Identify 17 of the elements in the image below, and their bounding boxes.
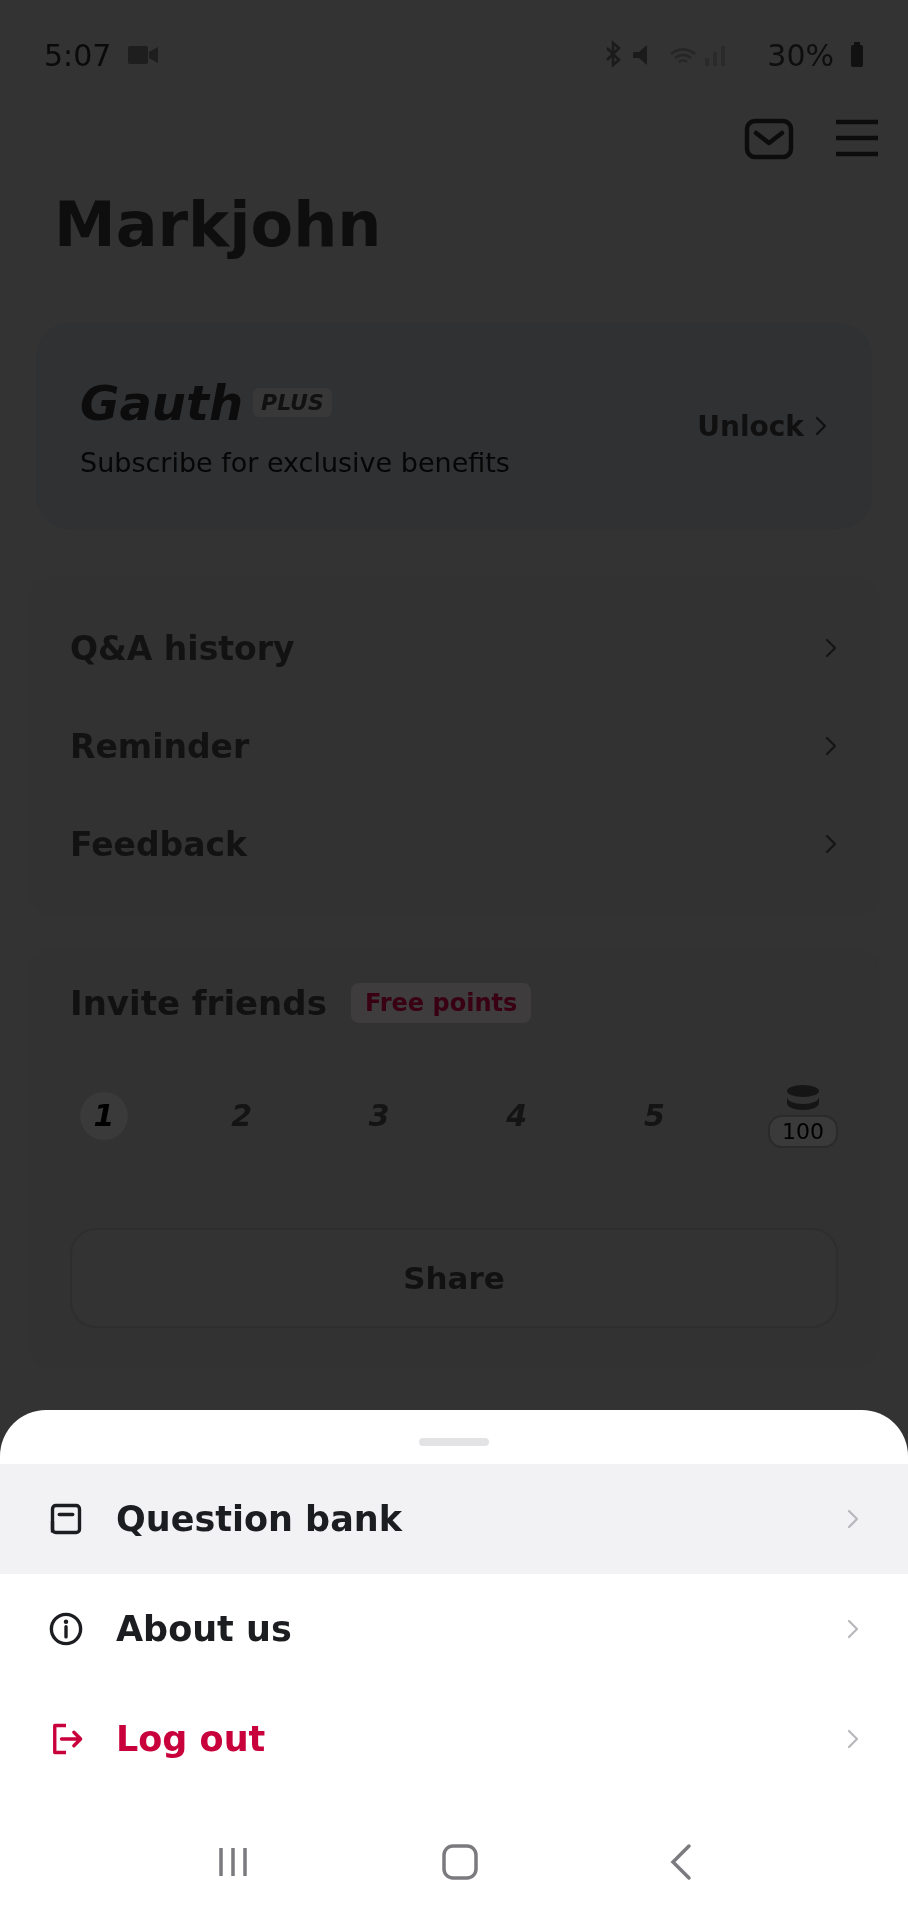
- back-icon[interactable]: [669, 1843, 693, 1881]
- points-tag: Free points: [350, 983, 532, 1023]
- chevron-right-icon: [824, 735, 838, 757]
- sheet-item[interactable]: Question bank: [0, 1464, 908, 1574]
- coins-icon: [784, 1083, 821, 1113]
- chevron-right-icon: [824, 833, 838, 855]
- info-icon: [48, 1611, 84, 1647]
- battery-icon: [850, 42, 864, 68]
- chevron-right-icon: [846, 1728, 860, 1750]
- step-number: 1: [80, 1091, 128, 1140]
- chevron-right-icon: [814, 415, 828, 437]
- chevron-right-icon: [846, 1618, 860, 1640]
- home-icon[interactable]: [441, 1843, 479, 1881]
- reward-points: 100: [767, 1115, 838, 1148]
- drag-handle[interactable]: [419, 1438, 489, 1446]
- chevron-right-icon: [824, 637, 838, 659]
- chevron-right-icon: [846, 1508, 860, 1530]
